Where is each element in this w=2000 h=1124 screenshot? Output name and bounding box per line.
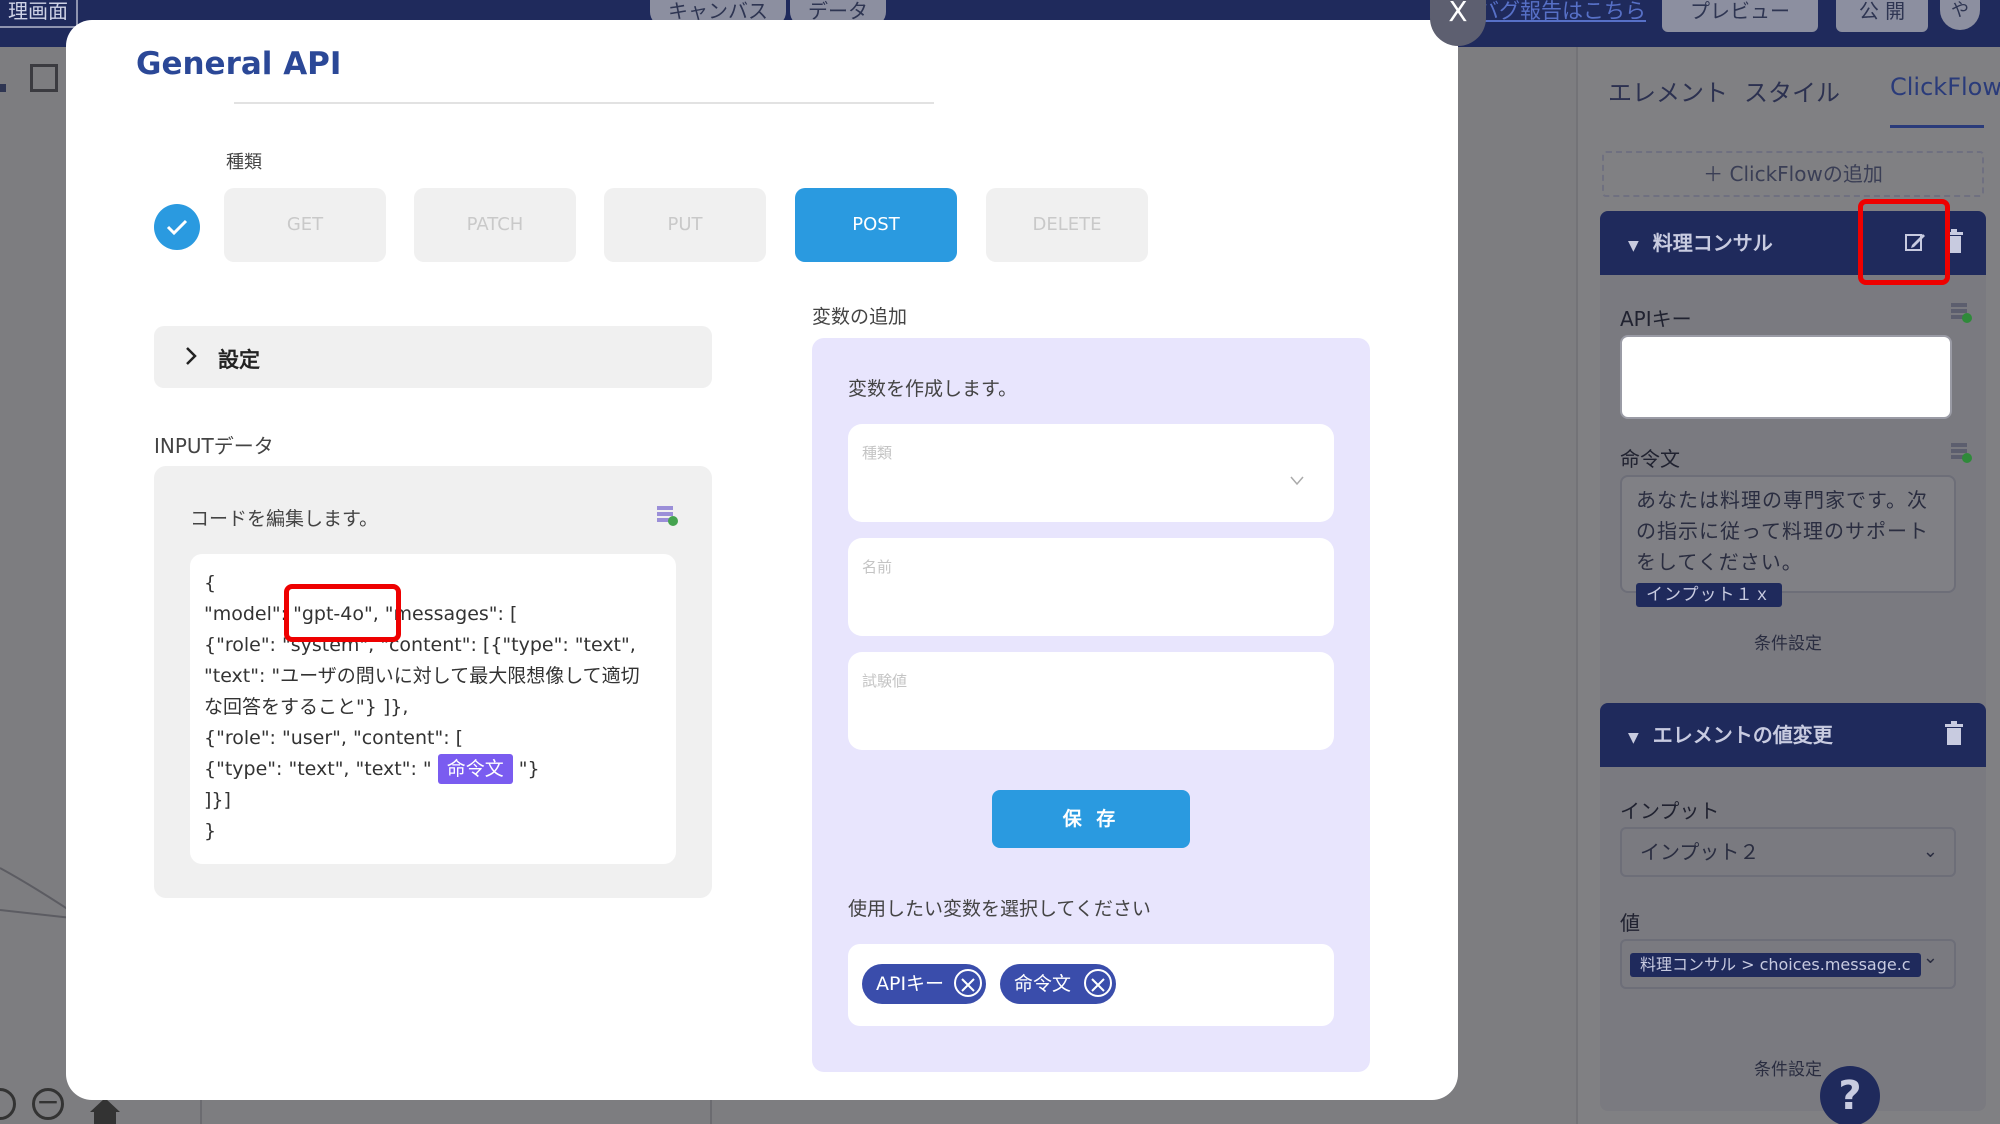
avatar[interactable]: や: [1940, 0, 1980, 30]
selected-variable-chip[interactable]: APIキー: [862, 964, 986, 1004]
variable-chip-label: 命令文: [1014, 973, 1072, 995]
variable-type-placeholder: 種類: [862, 444, 893, 462]
home-icon[interactable]: [88, 1096, 122, 1124]
modal-title: General API: [136, 46, 342, 82]
variable-test-placeholder: 試験値: [862, 672, 908, 690]
code-line-with-variable: {"type": "text", "text": " 命令文 "}: [204, 754, 662, 785]
variable-chip-label: APIキー: [876, 973, 945, 995]
api-key-input[interactable]: [1620, 335, 1952, 419]
code-edit-hint: コードを編集します。: [190, 508, 379, 530]
value-select[interactable]: 料理コンサル > choices.message.c ⌄: [1620, 939, 1956, 989]
tab-element[interactable]: エレメント: [1608, 73, 1728, 108]
api-key-label: APIキー: [1620, 307, 1692, 331]
input-select-value: インプット２: [1640, 840, 1760, 864]
chevron-right-icon: [186, 347, 197, 365]
code-editor[interactable]: { "model": "gpt-4o", "messages": [ {"rol…: [190, 554, 676, 864]
code-line: {"role": "system", "content": [{"type": …: [204, 634, 636, 656]
clickflow-header[interactable]: ▼ エレメントの値変更: [1600, 703, 1986, 767]
method-post-button[interactable]: POST: [795, 188, 957, 262]
tab-clickflow[interactable]: ClickFlow: [1890, 73, 2000, 101]
code-line: }: [204, 820, 217, 842]
tab-style[interactable]: スタイル: [1744, 73, 1840, 108]
title-divider: [234, 102, 934, 104]
code-line: ]}]: [204, 789, 231, 811]
add-variable-icon[interactable]: [1950, 441, 1972, 463]
method-delete-button[interactable]: DELETE: [986, 188, 1148, 262]
remove-icon[interactable]: [1084, 969, 1112, 997]
method-put-button[interactable]: PUT: [604, 188, 766, 262]
variable-description: 変数を作成します。: [848, 378, 1018, 400]
settings-accordion[interactable]: 設定: [154, 326, 712, 388]
add-clickflow-button[interactable]: ＋ ClickFlowの追加: [1602, 151, 1984, 197]
code-line: "text": "ユーザの問いに対して最大限想像して適切: [204, 665, 640, 687]
variable-name-input[interactable]: 名前: [848, 538, 1334, 636]
clickflow-card: ▼ 料理コンサル APIキー 命令文 あなたは料理の専門家です。次の指示に従って料…: [1600, 211, 1986, 733]
variable-chip[interactable]: 命令文: [437, 754, 513, 784]
clickflow-title: エレメントの値変更: [1652, 723, 1833, 747]
panel-tabs: エレメント スタイル ClickFlow: [1596, 73, 2000, 133]
input-variable-chip[interactable]: インプット１ｘ: [1636, 583, 1782, 607]
code-line: {"role": "user", "content": [: [204, 727, 464, 749]
code-text: {"type": "text", "text": ": [204, 758, 438, 780]
method-type-label: 種類: [226, 152, 262, 173]
canvas-guide-line: [710, 1100, 712, 1124]
selected-variable-chip[interactable]: 命令文: [1000, 964, 1116, 1004]
remove-icon[interactable]: [954, 969, 982, 997]
add-variable-label: 変数の追加: [812, 306, 908, 328]
prompt-text: あなたは料理の専門家です。次の指示に従って料理のサポートをしてください。: [1636, 488, 1929, 574]
variable-type-select[interactable]: 種類: [848, 424, 1334, 522]
highlight-box: [1858, 199, 1950, 285]
condition-settings-link[interactable]: 条件設定: [1754, 1055, 1822, 1080]
publish-button[interactable]: 公 開: [1836, 0, 1928, 32]
clickflow-card: ▼ エレメントの値変更 インプット インプット２ ⌄ 値 料理コンサル > cho…: [1600, 703, 1986, 1111]
chevron-down-icon: ⌄: [1922, 841, 1938, 862]
value-chip[interactable]: 料理コンサル > choices.message.c: [1630, 953, 1921, 977]
trash-icon[interactable]: [1944, 721, 1964, 745]
variable-test-value-input[interactable]: 試験値: [848, 652, 1334, 750]
right-panel: エレメント スタイル ClickFlow ＋ ClickFlowの追加 ▼ 料理コ…: [1576, 47, 2000, 1124]
select-variables-label: 使用したい変数を選択してください: [848, 898, 1151, 920]
method-patch-button[interactable]: PATCH: [414, 188, 576, 262]
toolbar-marker: [0, 84, 6, 92]
zoom-in-icon[interactable]: [0, 1088, 16, 1120]
close-icon: X: [1448, 0, 1468, 28]
screen-tab[interactable]: 理画面: [0, 0, 78, 28]
value-label: 値: [1620, 911, 1640, 935]
caret-down-icon[interactable]: ▼: [1628, 214, 1639, 278]
input-select[interactable]: インプット２ ⌄: [1620, 827, 1956, 877]
condition-settings-link[interactable]: 条件設定: [1754, 629, 1822, 654]
general-api-modal: General API 種類 GET PATCH PUT POST DELETE…: [66, 20, 1458, 1100]
chevron-down-icon: ⌄: [1922, 947, 1938, 968]
add-variable-icon[interactable]: [656, 504, 678, 526]
highlight-box: [284, 584, 401, 642]
canvas-guide-line: [200, 1100, 202, 1124]
code-line: {: [204, 572, 217, 594]
settings-label: 設定: [218, 348, 260, 372]
input-data-panel: コードを編集します。 { "model": "gpt-4o", "message…: [154, 466, 712, 898]
input-data-label: INPUTデータ: [154, 434, 274, 458]
code-line: な回答をすること"} ]},: [204, 696, 409, 718]
selected-variables: APIキー 命令文: [848, 944, 1334, 1026]
code-text: "}: [518, 758, 540, 780]
variable-panel: 変数を作成します。 種類 名前 試験値 保 存 使用したい変数を選択してください…: [812, 338, 1370, 1072]
clickflow-title: 料理コンサル: [1652, 231, 1773, 255]
bug-report-link[interactable]: バグ報告はこちら: [1478, 0, 1646, 22]
add-variable-icon[interactable]: [1950, 301, 1972, 323]
save-button[interactable]: 保 存: [992, 790, 1190, 848]
code-line: "model": "gpt-4o", "messages": [: [204, 603, 518, 625]
variable-name-placeholder: 名前: [862, 558, 893, 576]
input-label: インプット: [1620, 799, 1720, 823]
rectangle-tool-icon[interactable]: [30, 64, 58, 92]
help-button[interactable]: ?: [1820, 1066, 1880, 1124]
check-icon: [154, 204, 200, 250]
preview-button[interactable]: プレビュー: [1662, 0, 1818, 32]
caret-down-icon[interactable]: ▼: [1628, 706, 1639, 770]
prompt-label: 命令文: [1620, 447, 1680, 471]
prompt-input[interactable]: あなたは料理の専門家です。次の指示に従って料理のサポートをしてください。 インプ…: [1620, 475, 1956, 607]
chevron-down-icon: [1290, 476, 1304, 486]
active-tab-indicator: [1890, 125, 1984, 128]
method-get-button[interactable]: GET: [224, 188, 386, 262]
zoom-out-icon[interactable]: −: [32, 1088, 64, 1120]
